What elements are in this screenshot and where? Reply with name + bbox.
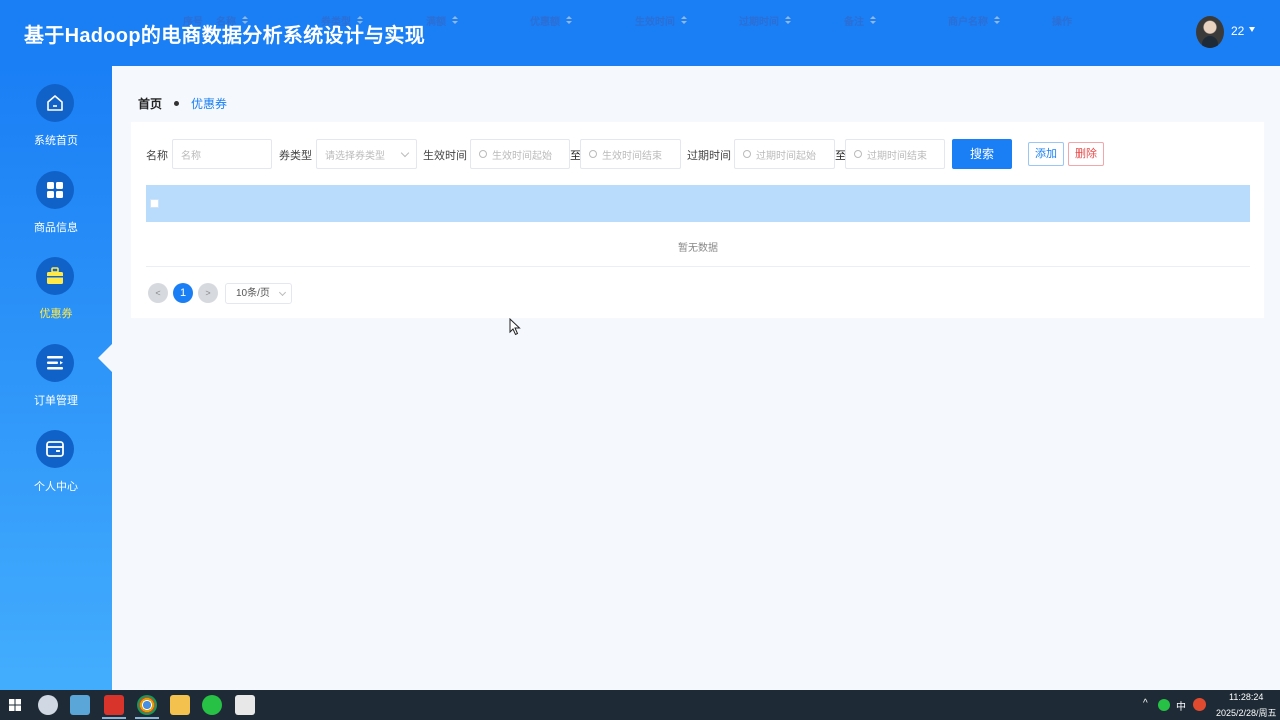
column-header-actions: 操作 [1052,17,1072,28]
page-1-button[interactable]: 1 [173,283,193,303]
sort-icon[interactable] [785,16,791,25]
column-header-index: 序号 [183,17,203,28]
user-name[interactable]: 22 [1231,24,1244,38]
select-all-checkbox[interactable] [150,199,159,208]
column-header-merchant[interactable]: 商户名称 [948,13,1000,28]
page-size-value: 10条/页 [236,288,270,299]
sort-icon[interactable] [452,16,458,25]
column-header-name[interactable]: 名称 [216,13,248,28]
app-header: 基于Hadoop的电商数据分析系统设计与实现 22 [0,0,1280,66]
sidebar-item-label: 个人中心 [34,481,78,493]
clock-date[interactable]: 2025/2/28/周五 [1216,706,1277,719]
type-placeholder: 请选择券类型 [325,150,385,162]
name-label: 名称 [146,150,168,162]
effective-label: 生效时间 [423,150,467,162]
sidebar-item-orders[interactable]: 订单管理 [0,344,112,430]
next-page-button[interactable]: > [198,283,218,303]
breadcrumb-separator [174,101,180,106]
table-body: 暂无数据 [146,222,1250,267]
mouse-cursor-icon [509,318,521,336]
effective-end-placeholder: 生效时间结束 [602,150,662,162]
clock-icon [589,150,597,158]
sidebar: 系统首页 商品信息 优惠券 订单管理 个人中心 [0,66,112,690]
effective-start-placeholder: 生效时间起始 [492,150,552,162]
column-header-threshold[interactable]: 满额 [426,13,458,28]
user-avatar[interactable] [1196,16,1224,48]
input-method-indicator[interactable]: 中 [1176,698,1186,713]
document-app-icon[interactable] [235,695,255,715]
page-size-select[interactable]: 10条/页 [225,283,292,304]
sort-icon[interactable] [870,16,876,25]
expire-start-input[interactable]: 过期时间起始 [734,139,835,169]
sidebar-item-products[interactable]: 商品信息 [0,171,112,257]
tray-sogou-icon[interactable] [1193,698,1206,711]
sidebar-item-label: 系统首页 [34,135,78,147]
sort-icon[interactable] [242,16,248,25]
search-button[interactable]: 搜索 [952,139,1012,169]
clock-icon [479,150,487,158]
table-header [146,185,1250,222]
column-header-remark[interactable]: 备注 [844,13,876,28]
chevron-down-icon [400,148,410,158]
sidebar-item-label: 优惠券 [39,308,73,320]
column-header-effective[interactable]: 生效时间 [635,13,687,28]
clock-time[interactable]: 11:28:24 [1229,692,1263,702]
wps-active-indicator [102,717,126,719]
sidebar-item-coupons[interactable]: 优惠券 [0,257,112,343]
sidebar-item-home[interactable]: 系统首页 [0,84,112,170]
name-input[interactable]: 名称 [172,139,272,169]
chevron-down-icon[interactable] [1249,27,1255,32]
sort-icon[interactable] [566,16,572,25]
tray-wechat-icon[interactable] [1158,699,1170,711]
expire-end-placeholder: 过期时间结束 [867,150,927,162]
wps-icon[interactable] [104,695,124,715]
sort-icon[interactable] [994,16,1000,25]
expire-end-input[interactable]: 过期时间结束 [845,139,945,169]
clock-icon [854,150,862,158]
delete-button[interactable]: 删除 [1068,142,1104,166]
add-button[interactable]: 添加 [1028,142,1064,166]
sidebar-item-label: 订单管理 [34,395,78,407]
settings-gear-icon[interactable] [38,695,58,715]
name-placeholder: 名称 [181,150,201,162]
expire-label: 过期时间 [687,150,731,162]
chrome-active-indicator [135,717,159,719]
tray-chevron-up-icon[interactable]: ^ [1143,698,1148,709]
briefcase-icon [36,257,74,295]
wechat-icon[interactable] [202,695,222,715]
clock-icon [743,150,751,158]
sidebar-item-label: 商品信息 [34,222,78,234]
column-header-expire[interactable]: 过期时间 [739,13,791,28]
breadcrumb: 首页 优惠券 [138,95,227,112]
column-header-discount[interactable]: 优惠额 [530,13,572,28]
breadcrumb-home[interactable]: 首页 [138,95,162,112]
sort-icon[interactable] [357,16,363,25]
notepad-icon[interactable] [70,695,90,715]
wallet-icon [36,430,74,468]
windows-start-icon[interactable] [9,699,21,711]
grid-icon [36,171,74,209]
taskbar: ^ 中 11:28:24 2025/2/28/周五 [0,690,1280,720]
type-label: 券类型 [279,150,312,162]
file-explorer-icon[interactable] [170,695,190,715]
home-icon [36,84,74,122]
column-header-type[interactable]: 券类型 [321,13,363,28]
expire-start-placeholder: 过期时间起始 [756,150,816,162]
chevron-down-icon [278,288,287,297]
breadcrumb-current: 优惠券 [191,97,228,111]
effective-start-input[interactable]: 生效时间起始 [470,139,570,169]
chrome-icon[interactable] [137,695,157,715]
effective-end-input[interactable]: 生效时间结束 [580,139,681,169]
empty-text: 暂无数据 [678,243,718,254]
prev-page-button[interactable]: < [148,283,168,303]
list-icon [36,344,74,382]
type-select[interactable]: 请选择券类型 [316,139,417,169]
active-indicator [98,344,112,372]
sort-icon[interactable] [681,16,687,25]
sidebar-item-profile[interactable]: 个人中心 [0,430,112,516]
